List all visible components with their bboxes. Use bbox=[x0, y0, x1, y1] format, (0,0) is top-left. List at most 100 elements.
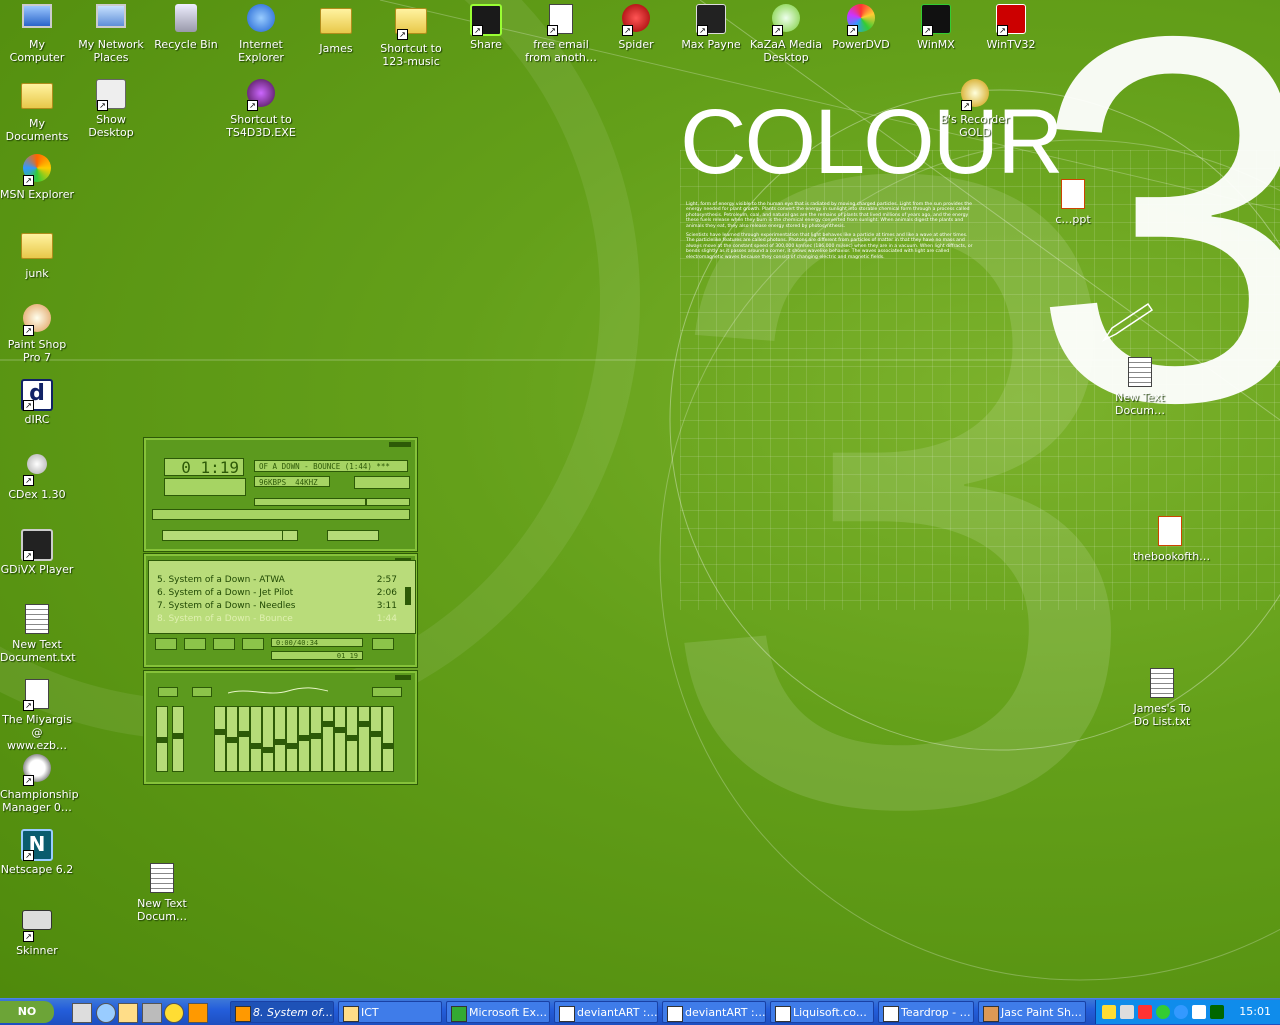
clock[interactable]: 15:01 bbox=[1239, 1000, 1271, 1024]
winamp-balance-slider[interactable] bbox=[366, 498, 410, 506]
desktop-icon-junk[interactable]: junk bbox=[0, 227, 74, 280]
tray-activity-icon[interactable] bbox=[1210, 1005, 1224, 1019]
playlist-scrollbar[interactable] bbox=[405, 587, 411, 605]
winamp-main-window[interactable]: 0 1:19 OF A DOWN - BOUNCE (1:44) *** 96K… bbox=[143, 437, 418, 552]
tray-user-icon[interactable] bbox=[1156, 1005, 1170, 1019]
desktop-icon-skinner[interactable]: ↗ Skinner bbox=[0, 902, 74, 957]
desktop-icon-paint-shop-pro[interactable]: ↗ Paint Shop Pro 7 bbox=[0, 302, 74, 364]
eq-on-toggle[interactable] bbox=[158, 687, 178, 697]
task-button-microsoft-excel[interactable]: Microsoft Ex… bbox=[446, 1001, 550, 1023]
eq-band-slider[interactable] bbox=[334, 706, 346, 772]
desktop-icon-gdivx[interactable]: ↗ GDiVX Player bbox=[0, 527, 74, 576]
quicklaunch-folder-icon[interactable] bbox=[118, 1003, 138, 1023]
playlist-row-current[interactable]: 8. System of a Down - Bounce 1:44 bbox=[157, 614, 397, 624]
winamp-track-marquee[interactable]: OF A DOWN - BOUNCE (1:44) *** bbox=[254, 460, 408, 472]
task-button-winamp[interactable]: 8. System of… bbox=[230, 1001, 334, 1023]
eq-window-buttons[interactable] bbox=[395, 675, 411, 680]
desktop-icon-max-payne[interactable]: ↗ Max Payne bbox=[674, 2, 748, 51]
eq-preamp-slider[interactable] bbox=[156, 706, 168, 772]
quicklaunch-show-desktop-icon[interactable] bbox=[72, 1003, 92, 1023]
desktop-icon-wintv32[interactable]: ↗ WinTV32 bbox=[974, 2, 1048, 51]
winamp-window-buttons[interactable] bbox=[389, 442, 411, 447]
desktop-icon-james[interactable]: James bbox=[299, 2, 373, 55]
eq-band-slider[interactable] bbox=[298, 706, 310, 772]
task-button-jasc-paint-shop[interactable]: Jasc Paint Sh… bbox=[978, 1001, 1086, 1023]
desktop-icon-ppt-file[interactable]: c…ppt bbox=[1036, 177, 1110, 226]
task-button-teardrop[interactable]: Teardrop - … bbox=[878, 1001, 974, 1023]
tray-network-icon[interactable] bbox=[1102, 1005, 1116, 1019]
desktop-icon-my-network-places[interactable]: My Network Places bbox=[74, 2, 148, 64]
start-button[interactable]: NO bbox=[0, 1001, 54, 1023]
task-button-liquisoft[interactable]: Liquisoft.co… bbox=[770, 1001, 874, 1023]
eq-presets-button[interactable] bbox=[372, 687, 402, 697]
desktop-icon-netscape[interactable]: N ↗ Netscape 6.2 bbox=[0, 827, 74, 876]
desktop-icon-miyargis[interactable]: ↗ The Miyargis @ www.ezb… bbox=[0, 677, 74, 752]
tray-monitor-icon[interactable] bbox=[1192, 1005, 1206, 1019]
desktop-icon-winmx[interactable]: ↗ WinMX bbox=[899, 2, 973, 51]
quicklaunch-msn-icon[interactable] bbox=[188, 1003, 208, 1023]
desktop-icon-kazaa[interactable]: ↗ KaZaA Media Desktop bbox=[749, 2, 823, 64]
tray-volume-icon[interactable] bbox=[1120, 1005, 1134, 1019]
quicklaunch-ie-icon[interactable] bbox=[96, 1003, 116, 1023]
desktop-icon-internet-explorer[interactable]: Internet Explorer bbox=[224, 2, 298, 64]
quicklaunch-network-icon[interactable] bbox=[142, 1003, 162, 1023]
eq-band-slider[interactable] bbox=[274, 706, 286, 772]
eq-band-slider[interactable] bbox=[370, 706, 382, 772]
eq-band-slider[interactable] bbox=[286, 706, 298, 772]
desktop-icon-new-text-docum-2[interactable]: New Text Docum… bbox=[125, 861, 199, 923]
playlist-list-button[interactable] bbox=[372, 638, 394, 650]
desktop-icon-free-email[interactable]: ↗ free email from anoth… bbox=[524, 2, 598, 64]
playlist-remove-button[interactable] bbox=[184, 638, 206, 650]
winamp-time-display[interactable]: 0 1:19 bbox=[164, 458, 244, 477]
desktop-icon-recycle-bin[interactable]: Recycle Bin bbox=[149, 2, 223, 51]
desktop-icon-dirc[interactable]: d ↗ dIRC bbox=[0, 377, 74, 426]
tray-close-icon[interactable] bbox=[1138, 1005, 1152, 1019]
desktop-icon-new-text-document[interactable]: New Text Document.txt bbox=[0, 602, 76, 664]
eq-band-slider[interactable] bbox=[346, 706, 358, 772]
desktop-icon-msn-explorer[interactable]: ↗ MSN Explorer bbox=[0, 152, 74, 201]
eq-band-slider[interactable] bbox=[214, 706, 226, 772]
playlist-select-button[interactable] bbox=[213, 638, 235, 650]
eq-band-slider[interactable] bbox=[238, 706, 250, 772]
task-button-ict[interactable]: ICT bbox=[338, 1001, 442, 1023]
playlist-list[interactable]: 5. System of a Down - ATWA 2:57 6. System… bbox=[148, 560, 416, 634]
playlist-row[interactable]: 6. System of a Down - Jet Pilot 2:06 bbox=[157, 588, 397, 598]
desktop-icon-thebookofth[interactable]: thebookofth… bbox=[1133, 514, 1210, 563]
playlist-row[interactable]: 5. System of a Down - ATWA 2:57 bbox=[157, 575, 397, 585]
playlist-add-button[interactable] bbox=[155, 638, 177, 650]
eq-band-slider[interactable] bbox=[310, 706, 322, 772]
winamp-visualizer[interactable] bbox=[164, 478, 246, 496]
desktop-icon-shortcut-123-music[interactable]: ↗ Shortcut to 123-music bbox=[374, 2, 448, 68]
eq-auto-toggle[interactable] bbox=[192, 687, 212, 697]
desktop-icon-bs-recorder[interactable]: ↗ B's Recorder GOLD bbox=[938, 77, 1012, 139]
quicklaunch-media-icon[interactable] bbox=[164, 1003, 184, 1023]
eject-button[interactable] bbox=[282, 530, 298, 541]
playlist-misc-button[interactable] bbox=[242, 638, 264, 650]
playlist-row[interactable]: 7. System of a Down - Needles 3:11 bbox=[157, 601, 397, 611]
winamp-transport-buttons[interactable] bbox=[162, 530, 284, 541]
eq-band-slider[interactable] bbox=[250, 706, 262, 772]
eq-band-slider[interactable] bbox=[262, 706, 274, 772]
eq-band-slider[interactable] bbox=[358, 706, 370, 772]
desktop-icon-share[interactable]: ↗ Share bbox=[449, 2, 523, 51]
desktop-icon-shortcut-ts4d3d[interactable]: ↗ Shortcut to TS4D3D.EXE bbox=[224, 77, 298, 139]
desktop-icon-show-desktop[interactable]: ↗ Show Desktop bbox=[74, 77, 148, 139]
desktop-icon-championship-manager[interactable]: ↗ Championship Manager 0… bbox=[0, 752, 79, 814]
desktop-icon-spider[interactable]: ↗ Spider bbox=[599, 2, 673, 51]
desktop-icon-my-documents[interactable]: My Documents bbox=[0, 77, 74, 143]
desktop-icon-powerdvd[interactable]: ↗ PowerDVD bbox=[824, 2, 898, 51]
desktop-icon-james-todo[interactable]: James's To Do List.txt bbox=[1125, 666, 1199, 728]
task-button-deviantart-1[interactable]: deviantART :… bbox=[554, 1001, 658, 1023]
desktop-icon-my-computer[interactable]: My Computer bbox=[0, 2, 74, 64]
eq-band-slider[interactable] bbox=[226, 706, 238, 772]
eq-band-slider[interactable] bbox=[322, 706, 334, 772]
winamp-volume-slider[interactable] bbox=[254, 498, 366, 506]
task-button-deviantart-2[interactable]: deviantART :… bbox=[662, 1001, 766, 1023]
desktop-icon-cdex[interactable]: ↗ CDex 1.30 bbox=[0, 452, 74, 501]
desktop[interactable]: 3 3 COLOUR Light, form of energy visible… bbox=[0, 0, 1280, 998]
eq-band-slider[interactable] bbox=[382, 706, 394, 772]
tray-messenger-icon[interactable] bbox=[1174, 1005, 1188, 1019]
winamp-seek-bar[interactable] bbox=[152, 509, 410, 520]
shuffle-repeat-buttons[interactable] bbox=[327, 530, 379, 541]
eq-preamp-slider-2[interactable] bbox=[172, 706, 184, 772]
